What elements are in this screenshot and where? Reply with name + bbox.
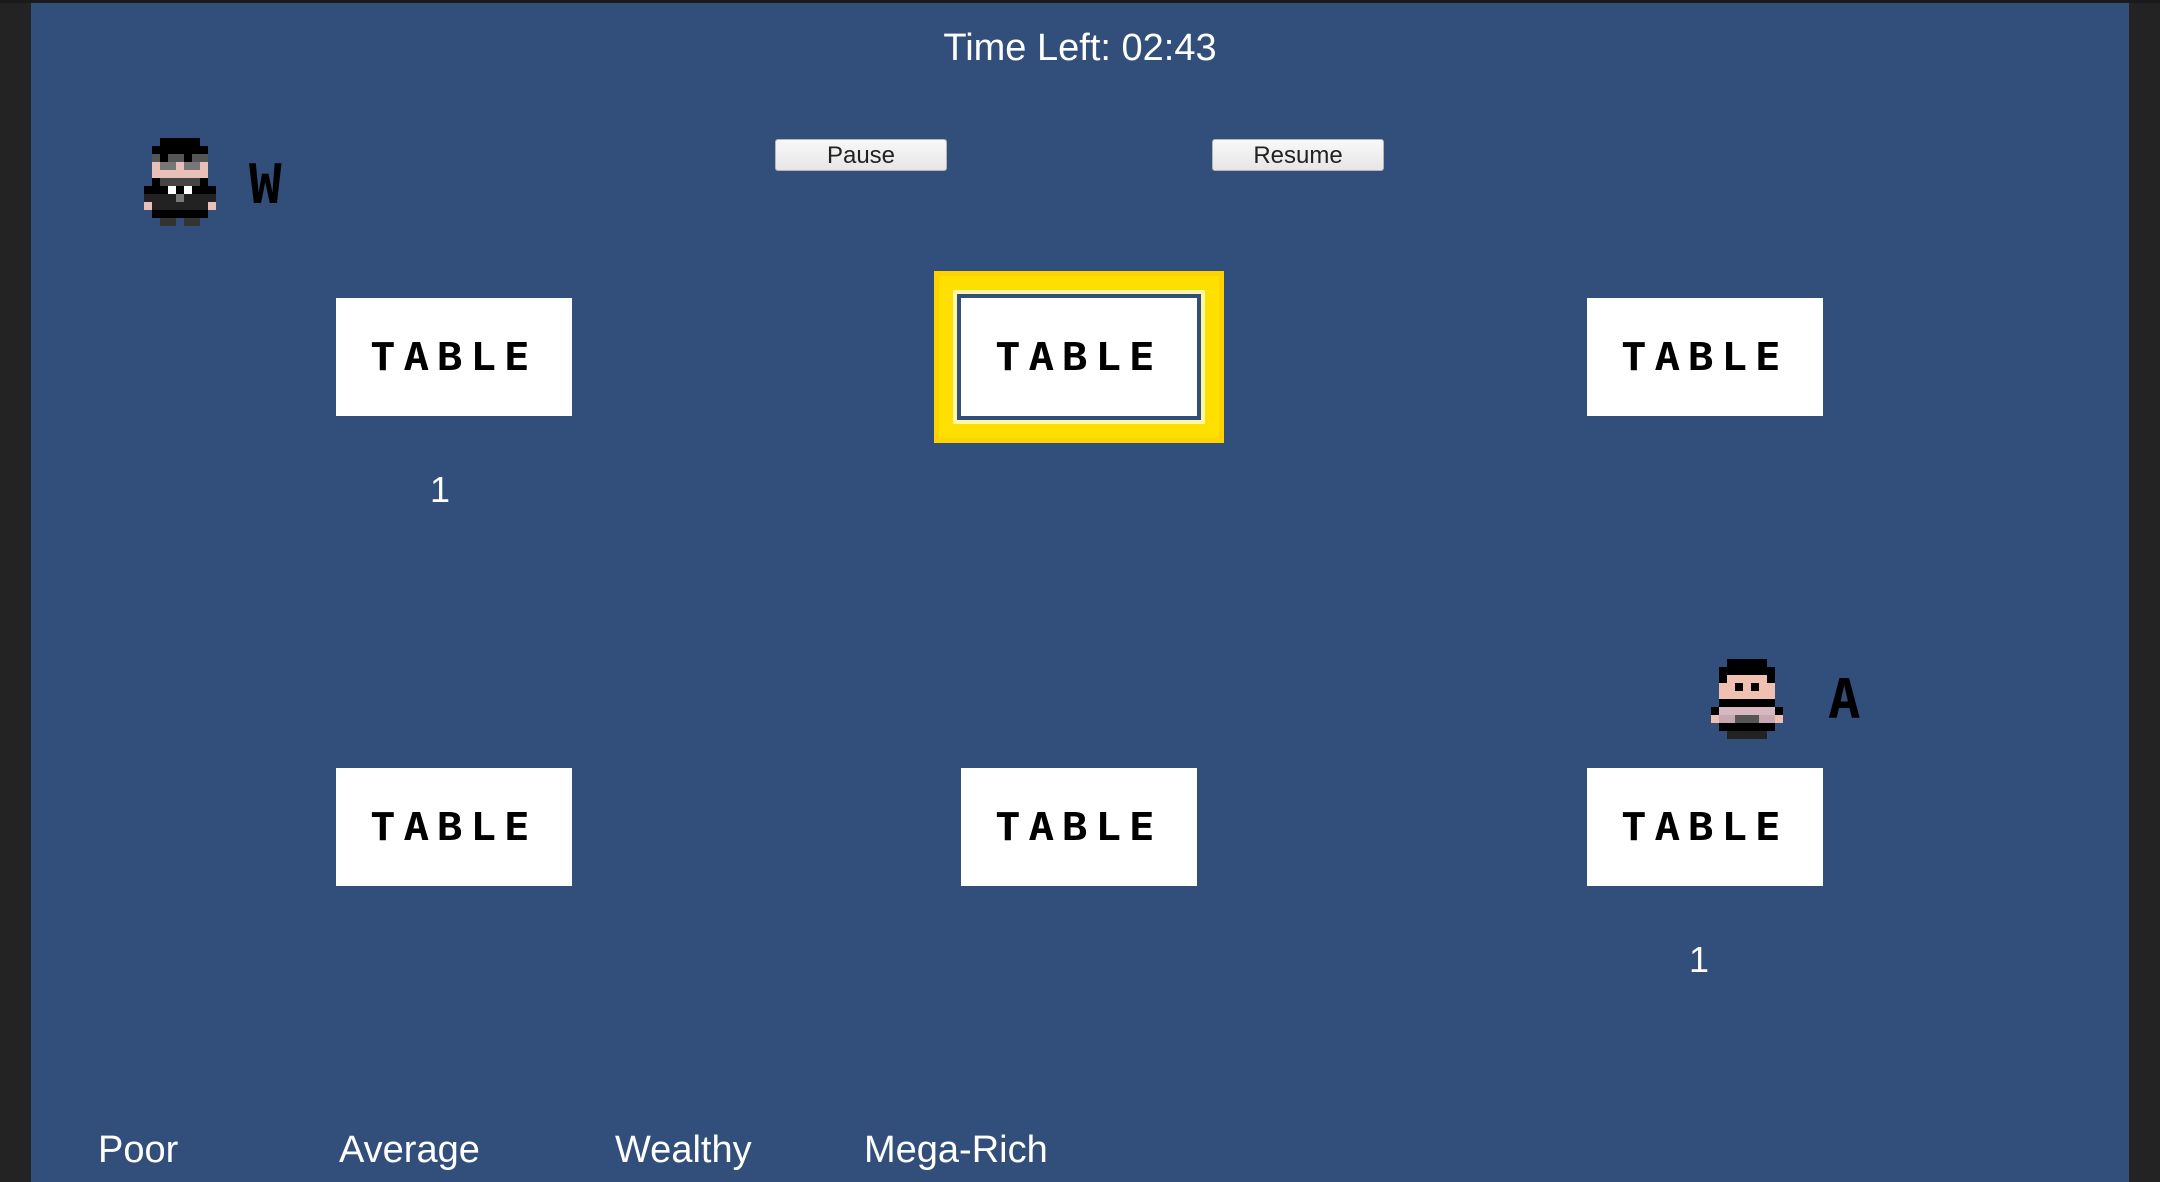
tier-average[interactable]: Average <box>339 1129 480 1172</box>
game-canvas: Time Left: 02:43 Pause Resume W A TABLE … <box>31 3 2129 1182</box>
waiter-key-label: W <box>249 153 282 216</box>
time-left-label: Time Left: 02:43 <box>943 27 1217 69</box>
table-6[interactable]: TABLE <box>1587 768 1823 886</box>
table-label: TABLE <box>1621 335 1789 379</box>
table-1[interactable]: TABLE <box>336 298 572 416</box>
table-label: TABLE <box>370 805 538 849</box>
tier-poor[interactable]: Poor <box>98 1129 178 1172</box>
table-label: TABLE <box>995 805 1163 849</box>
waiter-sprite <box>144 138 216 226</box>
customer-key-label: A <box>1828 668 1861 731</box>
pause-button[interactable]: Pause <box>775 139 947 171</box>
table-label: TABLE <box>1621 805 1789 849</box>
resume-button[interactable]: Resume <box>1212 139 1384 171</box>
table-4[interactable]: TABLE <box>336 768 572 886</box>
table-3[interactable]: TABLE <box>1587 298 1823 416</box>
table-1-count: 1 <box>429 469 451 510</box>
customer-sprite <box>1711 659 1783 739</box>
table-label: TABLE <box>370 335 538 379</box>
table-5[interactable]: TABLE <box>961 768 1197 886</box>
table-label: TABLE <box>995 335 1163 379</box>
game-window: Time Left: 02:43 Pause Resume W A TABLE … <box>0 0 2160 1182</box>
table-2-selected[interactable]: TABLE <box>961 298 1197 416</box>
tier-wealthy[interactable]: Wealthy <box>615 1129 752 1172</box>
table-6-count: 1 <box>1688 939 1710 980</box>
tier-mega-rich[interactable]: Mega-Rich <box>864 1129 1048 1172</box>
